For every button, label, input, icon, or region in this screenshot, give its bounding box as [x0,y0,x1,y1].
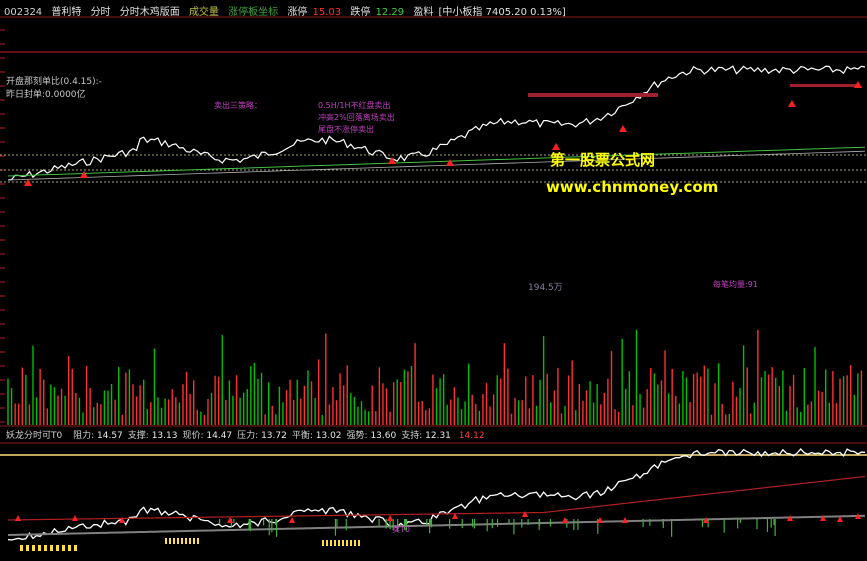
indicator-values: 阻力: 14.57 支撑: 13.13 现价: 14.47 压力: 13.72 平衡: … [73,431,489,441]
pressure-block [790,84,860,87]
indicator-item: 压力: 13.72 [237,431,287,441]
indicator-signal-arrow [72,515,78,521]
indicator-yellow-bar [322,540,324,546]
indicator-yellow-bar [173,538,175,544]
indicator-yellow-bar [338,540,340,546]
indicator-item-value: 13.02 [312,431,342,441]
open-ratio-text: 开盘那刻单比(0.4.15):- [6,77,102,87]
indicator-item-label: 压力: [237,431,259,441]
indicator-yellow-bar [56,545,59,551]
indicator-signal-arrow [622,517,628,523]
yesterday-seal-text: 昨日封单:0.0000亿 [6,90,86,100]
watermark-site-name: 第一股票公式网 [550,151,656,169]
indicator-signal-arrow [227,517,233,523]
indicator-yellow-bar [334,540,336,546]
indicator-yellow-bar [20,545,23,551]
indicator-item: 阻力: 14.57 [73,431,123,441]
indicator-item: 平衡: 13.02 [292,431,342,441]
indicator-yellow-bar [26,545,29,551]
sell-note-3: 尾盘不涨停卖出 [318,125,374,134]
sell-strategy-notes: 0.5H/1H不红盘卖出 冲高2%回落离场卖出 尾盘不涨停卖出 [318,100,395,136]
indicator-item: 支撑: 13.13 [128,431,178,441]
indicator-item-label: 强势: [346,431,368,441]
watermark-url: www.chnmoney.com [546,178,719,196]
indicator-yellow-bar [32,545,35,551]
indicator-item: 支持: 12.31 [401,431,451,441]
indicator-yellow-bar [346,540,348,546]
buy-signal-arrow [619,125,627,132]
indicator-item: 现价: 14.47 [182,431,232,441]
indicator-yellow-bar [350,540,352,546]
indicator-yellow-bar [354,540,356,546]
buy-signal-arrow [24,179,32,186]
average-line [7,146,866,177]
indicator-bar: 妖龙分时可T0 阻力: 14.57 支撑: 13.13 现价: 14.47 压力: 1… [6,428,490,441]
indicator-yellow-bar [50,545,53,551]
indicator-yellow-bar [358,540,360,546]
indicator-item-label: 支持: [401,431,423,441]
indicator-item-value: 14.47 [203,431,233,441]
indicator-item-value: 13.13 [148,431,178,441]
indicator-signal-arrow [522,511,528,517]
indicator-item-label: 阻力: [73,431,95,441]
indicator-item-label: 支撑: [127,431,149,441]
indicator-yellow-bar [189,538,191,544]
indicator-yellow-bar [342,540,344,546]
indicator-yellow-bar [68,545,71,551]
indicator-signal-arrow [387,515,393,521]
indicator-signal-arrow [15,515,21,521]
per-trade-volume: 每笔均量:91 [713,280,758,289]
buy-signal-arrow [80,171,88,178]
buy-signal-arrow [446,159,454,166]
indicator-yellow-bar [74,545,77,551]
sell-t0-tag: 卖T0 [392,525,410,534]
indicator-yellow-bar [193,538,195,544]
indicator-item-value: 13.60 [367,431,397,441]
indicator-yellow-bar [197,538,199,544]
indicator-yellow-bar [38,545,41,551]
indicator-yellow-bar [62,545,65,551]
indicator-item-value: 12.31 [422,431,451,441]
indicator-pressure-line [7,475,866,521]
buy-signal-arrow [788,100,796,107]
pressure-block [528,93,658,97]
indicator-yellow-bar [185,538,187,544]
indicator-item-label: 平衡: [291,431,313,441]
indicator-yellow-bar [169,538,171,544]
indicator-yellow-bar [330,540,332,546]
indicator-yellow-bar [326,540,328,546]
average-line-2 [7,150,866,181]
indicator-item: 14.12 [456,431,485,441]
indicator-yellow-bar [181,538,183,544]
indicator-signal-arrow [289,517,295,523]
indicator-yellow-bar [177,538,179,544]
indicator-name[interactable]: 妖龙分时可T0 [6,431,62,441]
indicator-yellow-bar [44,545,47,551]
price-line [7,65,866,181]
indicator-item-value: 13.72 [258,431,287,441]
indicator-item-value: 14.57 [94,431,123,441]
sell-note-2: 冲高2%回落离场卖出 [318,113,395,122]
indicator-yellow-bar [165,538,167,544]
indicator-item-label: 现价: [182,431,204,441]
indicator-item-value: 14.12 [455,431,485,441]
sell-note-1: 0.5H/1H不红盘卖出 [318,101,391,110]
sell-strategy-title: 卖出三策略： [214,101,262,110]
max-volume-label: 194.5万 [528,283,563,293]
indicator-item: 强势: 13.60 [347,431,397,441]
